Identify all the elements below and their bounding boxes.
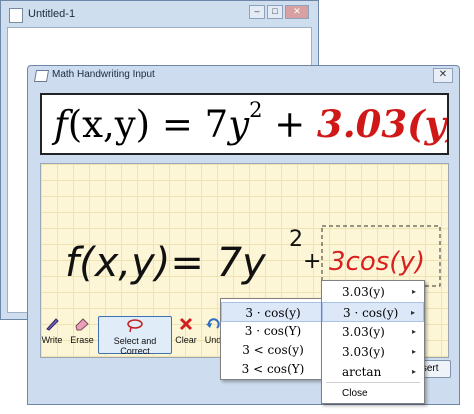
alternative-item[interactable]: 3 < cos(y)	[221, 340, 325, 360]
alternative-item[interactable]: 3 · cos(y)	[221, 302, 325, 322]
candidate-item[interactable]: 3.03(y) ▸	[322, 342, 424, 362]
clear-label: Clear	[175, 335, 197, 345]
panel-title: Math Handwriting Input	[52, 69, 155, 80]
candidate-label: 3.03(y)	[342, 345, 385, 359]
eraser-icon	[75, 318, 89, 331]
submenu-arrow-icon: ▸	[410, 308, 415, 317]
select-correct-label: Select and Correct	[113, 336, 157, 356]
erase-tool[interactable]: Erase	[68, 316, 96, 345]
select-correct-tool[interactable]: Select and Correct	[98, 316, 172, 356]
preview-args: (x,y)	[67, 103, 151, 146]
handwriting-exponent: 2	[289, 227, 303, 252]
pencil-icon	[46, 318, 59, 331]
candidate-item[interactable]: 3 · cos(y) ▸	[322, 302, 424, 322]
clear-tool[interactable]: Clear	[174, 316, 198, 345]
preview-func: f	[54, 103, 68, 146]
candidate-item[interactable]: 3.03(y) ▸	[322, 282, 424, 302]
menu-close-item[interactable]: Close	[322, 385, 424, 403]
undo-icon	[206, 318, 220, 329]
formula-preview[interactable]: f(x,y) = 7y2 + 3.03(y)	[40, 93, 449, 155]
alternative-item[interactable]: 3 · cos(Y)	[221, 321, 325, 341]
candidate-label: 3 · cos(y)	[343, 306, 399, 320]
close-button[interactable]: ✕	[285, 5, 309, 19]
submenu-arrow-icon: ▸	[411, 347, 416, 356]
alternatives-menu: 3 · cos(y) 3 · cos(Y) 3 < cos(y) 3 < cos…	[220, 298, 326, 380]
write-label: Write	[41, 335, 63, 345]
minimize-button[interactable]: –	[249, 5, 265, 19]
candidate-label: arctan	[342, 365, 382, 379]
candidate-item[interactable]: 3.03(y) ▸	[322, 322, 424, 342]
clear-x-icon	[179, 317, 193, 331]
pen-icon	[33, 70, 50, 82]
candidate-label: 3.03(y)	[342, 325, 385, 339]
alternative-item[interactable]: 3 < cos(Y)	[221, 359, 325, 379]
submenu-arrow-icon: ▸	[411, 287, 416, 296]
erase-label: Erase	[70, 335, 94, 345]
submenu-arrow-icon: ▸	[411, 327, 416, 336]
submenu-arrow-icon: ▸	[411, 367, 416, 376]
candidates-menu: 3.03(y) ▸ 3 · cos(y) ▸ 3.03(y) ▸ 3.03(y) ▸ a…	[321, 280, 425, 404]
preview-plus: +	[262, 103, 317, 146]
preview-highlight[interactable]: 3.03(y)	[317, 102, 447, 146]
handwriting-left: f(x,y)= 7y	[65, 240, 267, 286]
untitled-titlebar[interactable]: Untitled-1 – □ ✕	[1, 1, 318, 27]
preview-exponent: 2	[249, 98, 263, 122]
lasso-icon	[127, 319, 143, 333]
preview-var: y	[228, 103, 250, 146]
panel-titlebar[interactable]: Math Handwriting Input ✕	[28, 66, 459, 84]
handwriting-selected: 3cos(y)	[329, 247, 425, 277]
document-icon	[9, 8, 23, 23]
preview-equals: =	[150, 103, 205, 146]
candidate-item[interactable]: arctan ▸	[322, 362, 424, 382]
preview-coef: 7	[204, 103, 229, 146]
write-tool[interactable]: Write	[38, 316, 66, 345]
window-title: Untitled-1	[28, 8, 76, 20]
menu-separator	[326, 382, 420, 383]
handwriting-plus: +	[303, 249, 321, 274]
candidate-label: 3.03(y)	[342, 285, 385, 299]
panel-close-button[interactable]: ✕	[433, 68, 453, 83]
maximize-button[interactable]: □	[267, 5, 283, 19]
